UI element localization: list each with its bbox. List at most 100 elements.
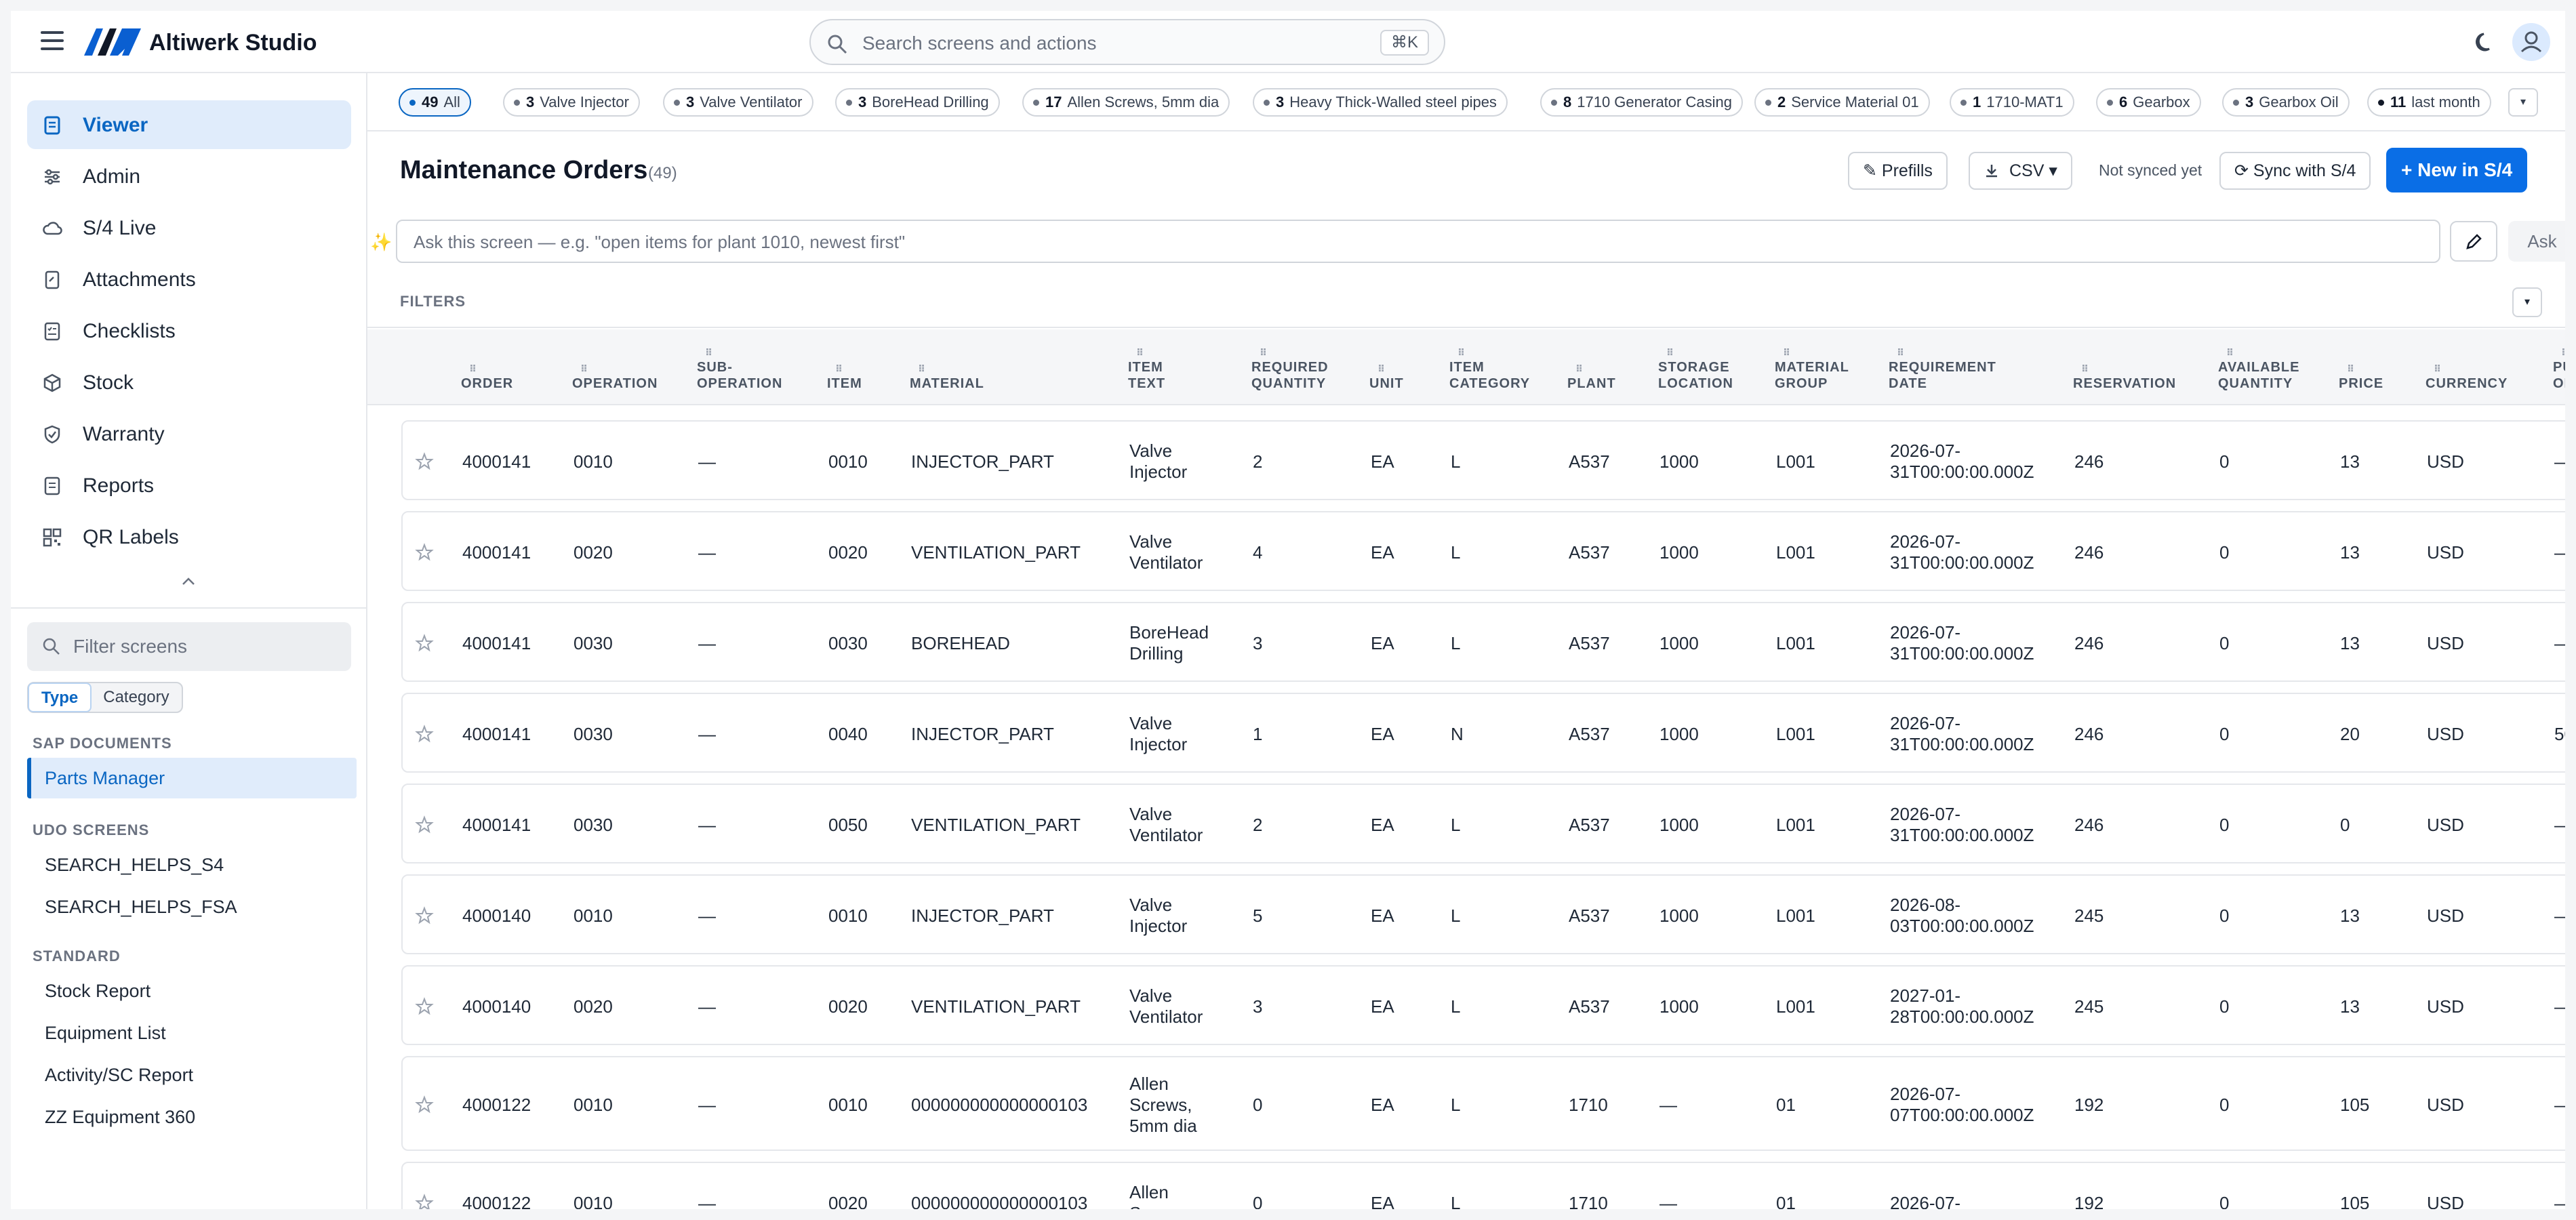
col-header[interactable]: OPERATION [572, 361, 658, 392]
chip[interactable]: 3 Gearbox Oil [2222, 88, 2350, 117]
col-header[interactable]: RESERVATION [2073, 361, 2176, 392]
col-header[interactable]: MATERIAL GROUP [1775, 344, 1849, 392]
tree-item-parts-manager[interactable]: Parts Manager [27, 758, 357, 798]
star-icon[interactable] [415, 1095, 434, 1114]
sync-button[interactable]: ⟳ Sync with S/4 [2219, 152, 2371, 190]
altiwerk-logo [84, 28, 141, 56]
table-cell: A537 [1569, 723, 1610, 744]
nav-viewer[interactable]: Viewer [27, 100, 351, 149]
table-row[interactable]: 4000122 0010—0020 000000000000000103 Allen … [401, 1162, 2565, 1209]
global-search[interactable]: Search screens and actions ⌘K [809, 19, 1445, 65]
star-icon[interactable] [415, 634, 434, 653]
chip[interactable]: 17 Allen Screws, 5mm dia [1022, 88, 1230, 117]
col-header[interactable]: UNIT [1369, 361, 1404, 392]
prefills-button[interactable]: ✎ Prefills [1848, 152, 1948, 190]
table-cell: 1000 [1659, 996, 1699, 1017]
chip[interactable]: 3 Heavy Thick-Walled steel pipes [1253, 88, 1508, 117]
col-header[interactable]: STORAGE LOCATION [1658, 344, 1733, 392]
filters-toggle[interactable]: ▾ [2512, 287, 2542, 317]
nav-s4-live[interactable]: S/4 Live [27, 203, 351, 252]
table-row[interactable]: 4000141 0030 — 0040 INJECTOR_PART Valve Injec… [401, 693, 2565, 773]
col-header[interactable]: REQUIRED QUANTITY [1251, 344, 1329, 392]
nav-label: Reports [83, 474, 155, 497]
tree-item[interactable]: Equipment List [27, 1013, 357, 1053]
ask-button[interactable]: Ask [2508, 221, 2565, 262]
chip[interactable]: 11 last month [2367, 88, 2491, 117]
col-header[interactable]: ITEM CATEGORY [1449, 344, 1530, 392]
filter-screens-input[interactable]: Filter screens [27, 622, 351, 671]
chip[interactable]: 3 BoreHead Drilling [835, 88, 1000, 117]
col-header[interactable]: ITEM [827, 361, 862, 392]
table-cell: — [698, 542, 716, 563]
col-header[interactable]: PRICE [2339, 361, 2383, 392]
nav-admin[interactable]: Admin [27, 152, 351, 201]
nav-attachments[interactable]: Attachments [27, 255, 351, 304]
tree-item[interactable]: Activity/SC Report [27, 1055, 357, 1095]
star-icon[interactable] [415, 815, 434, 834]
star-icon[interactable] [415, 1194, 434, 1209]
chip[interactable]: 3 Valve Ventilator [663, 88, 813, 117]
chip[interactable]: 3 Valve Injector [503, 88, 640, 117]
attachment-icon [45, 270, 60, 289]
star-icon[interactable] [415, 543, 434, 562]
star-icon[interactable] [415, 452, 434, 471]
table-row[interactable]: 4000141 0030 — 0030 BOREHEAD BoreHead Drillin… [401, 602, 2565, 682]
new-in-s4-button[interactable]: + New in S/4 [2386, 148, 2528, 192]
col-header[interactable]: PU ORG [2553, 344, 2565, 392]
col-header[interactable]: REQUIREMENT DATE [1889, 344, 1996, 392]
group-by-toggle: Type Category [27, 682, 183, 713]
table-cell: 3 [1253, 996, 1263, 1017]
toggle-category[interactable]: Category [91, 683, 181, 712]
col-header[interactable]: SUB- OPERATION [697, 344, 782, 392]
nav-stock[interactable]: Stock [27, 358, 351, 407]
nav-reports[interactable]: Reports [27, 461, 351, 510]
tree-item[interactable]: Stock Report [27, 971, 357, 1011]
tree-item[interactable]: SEARCH_HELPS_S4 [27, 845, 357, 885]
table-cell: 0 [2219, 996, 2230, 1017]
table-cell: 0 [2219, 814, 2230, 835]
table-row[interactable]: 4000140 0020 — 0020 VENTILATION_PART Valve Ve… [401, 965, 2565, 1045]
pen-button[interactable] [2450, 221, 2497, 262]
tree-item[interactable]: ZZ Equipment 360 [27, 1097, 357, 1137]
chip-label: Valve Ventilator [700, 94, 803, 110]
chip[interactable]: 2 Service Material 01 [1754, 88, 1930, 117]
table-row[interactable]: 4000141 0020 — 0020 VENTILATION_PART Valve Ve… [401, 511, 2565, 591]
nav-qr-labels[interactable]: QR Labels [27, 512, 351, 561]
table-cell: EA [1371, 542, 1394, 563]
toggle-type[interactable]: Type [28, 683, 92, 712]
col-header[interactable]: MATERIAL [910, 361, 984, 392]
chip-overflow-button[interactable]: ▾ [2508, 88, 2538, 117]
star-icon[interactable] [415, 997, 434, 1016]
avatar[interactable] [2512, 23, 2550, 61]
chip[interactable]: 6 Gearbox [2096, 88, 2201, 117]
filters-label: FILTERS [400, 293, 466, 310]
nav-checklists[interactable]: Checklists [27, 306, 351, 355]
table-row[interactable]: 4000122 0010—0010 000000000000000103 Allen … [401, 1056, 2565, 1151]
csv-button[interactable]: CSV ▾ [1969, 152, 2072, 190]
tree-item[interactable]: SEARCH_HELPS_FSA [27, 887, 357, 927]
table-cell: L001 [1776, 542, 1815, 563]
table-cell: 2027-01- 28T00:00:00.000Z [1890, 985, 2034, 1027]
star-icon[interactable] [415, 725, 434, 744]
sync-status: Not synced yet [2099, 161, 2202, 179]
chip[interactable]: 1 1710-MAT1 [1950, 88, 2074, 117]
chevron-up-icon[interactable] [180, 575, 197, 588]
table-header: ORDER OPERATION SUB- OPERATION ITEM MATE… [367, 329, 2565, 405]
col-header[interactable]: AVAILABLE QUANTITY [2218, 344, 2299, 392]
table-cell: 4000141 [462, 542, 531, 563]
col-header[interactable]: CURRENCY [2426, 361, 2508, 392]
menu-icon[interactable] [41, 31, 64, 50]
star-icon[interactable] [415, 906, 434, 925]
col-header[interactable]: ITEM TEXT [1128, 344, 1165, 392]
table-row[interactable]: 4000141 0010 — 0010 INJECTOR_PART Valve Injec… [401, 420, 2565, 500]
table-row[interactable]: 4000141 0030 — 0050 VENTILATION_PART Valve Ve… [401, 784, 2565, 863]
chip-all[interactable]: 49 All [399, 88, 471, 117]
chip[interactable]: 8 1710 Generator Casing [1540, 88, 1743, 117]
col-header[interactable]: ORDER [461, 361, 513, 392]
nav-warranty[interactable]: Warranty [27, 409, 351, 458]
table-row[interactable]: 4000140 0010 — 0010 INJECTOR_PART Valve Injec… [401, 874, 2565, 954]
table-cell: EA [1371, 723, 1394, 744]
col-header[interactable]: PLANT [1567, 361, 1616, 392]
moon-icon[interactable] [2474, 31, 2496, 53]
ask-input[interactable]: Ask this screen — e.g. "open items for p… [396, 220, 2440, 263]
